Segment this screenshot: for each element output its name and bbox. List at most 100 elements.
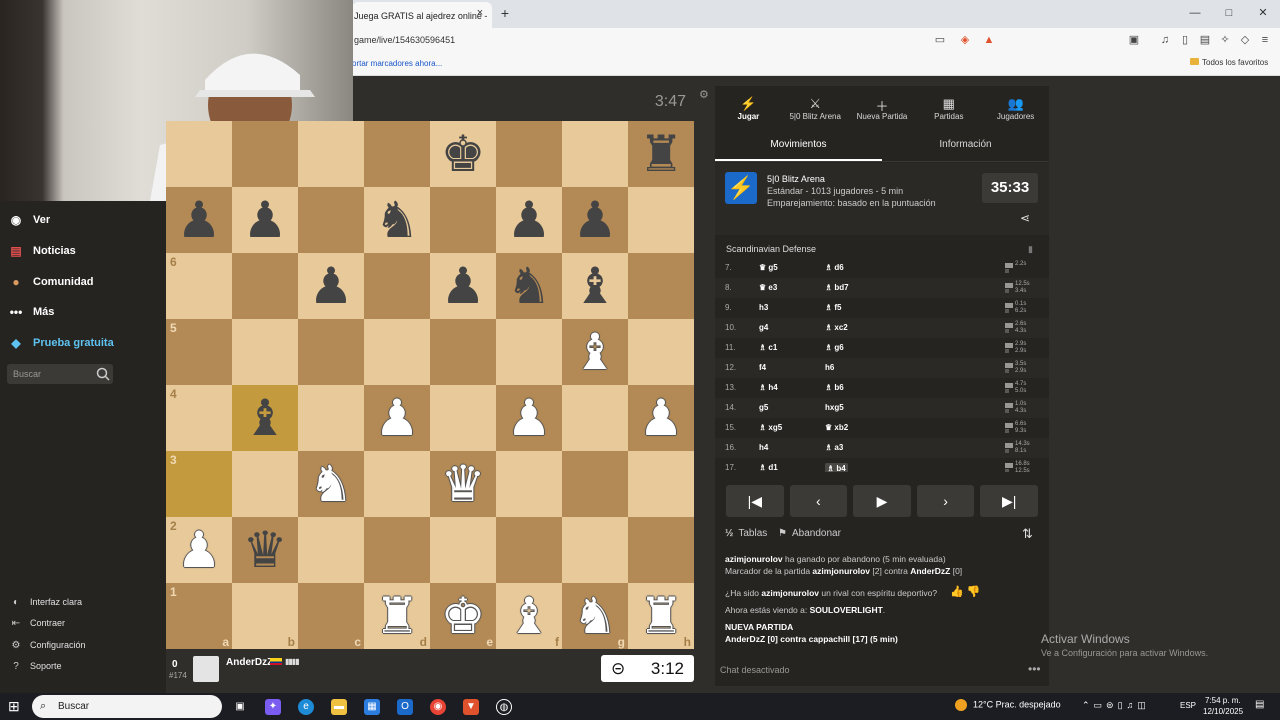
white-king-icon[interactable]: ♚: [441, 591, 486, 641]
minimize-button[interactable]: —: [1178, 0, 1212, 28]
square-g4[interactable]: [562, 385, 628, 451]
opening-name[interactable]: Scandinavian Defense: [726, 244, 816, 254]
square-e6[interactable]: ♟: [430, 253, 496, 319]
copilot-icon[interactable]: ✦: [265, 699, 281, 715]
black-bishop-icon[interactable]: ♝: [243, 393, 288, 443]
white-move[interactable]: ♗ d1: [759, 463, 778, 472]
square-d1[interactable]: ♜ d: [364, 583, 430, 649]
white-rook-icon[interactable]: ♜: [375, 591, 420, 641]
square-d4[interactable]: ♟: [364, 385, 430, 451]
white-move[interactable]: h4: [759, 443, 768, 452]
square-h2[interactable]: [628, 517, 694, 583]
black-move[interactable]: h6: [825, 363, 834, 372]
square-e2[interactable]: [430, 517, 496, 583]
white-move[interactable]: ♗ h4: [759, 383, 778, 392]
square-e7[interactable]: [430, 187, 496, 253]
square-g7[interactable]: ♟: [562, 187, 628, 253]
task-view-icon[interactable]: ▣: [232, 699, 248, 715]
move-row[interactable]: 13. ♗ h4 ♗ b6 4.7s 5.0s: [715, 378, 1049, 398]
search-icon[interactable]: [96, 367, 110, 381]
white-knight-icon[interactable]: ♞: [309, 459, 354, 509]
white-bishop-icon[interactable]: ♝: [573, 327, 618, 377]
square-e5[interactable]: [430, 319, 496, 385]
square-e1[interactable]: ♚ e: [430, 583, 496, 649]
square-c3[interactable]: ♞: [298, 451, 364, 517]
move-row[interactable]: 9. h3 ♗ f5 0.1s 6.2s: [715, 298, 1049, 318]
all-favorites[interactable]: Todos los favoritos: [1190, 58, 1268, 67]
square-e8[interactable]: ♚: [430, 121, 496, 187]
white-bishop-icon[interactable]: ♝: [507, 591, 552, 641]
sidebar-icon[interactable]: ▣: [1127, 33, 1141, 47]
black-pawn-icon[interactable]: ♟: [507, 195, 552, 245]
square-b2[interactable]: ♛: [232, 517, 298, 583]
square-h4[interactable]: ♟: [628, 385, 694, 451]
square-b6[interactable]: [232, 253, 298, 319]
address-bar[interactable]: game/live/154630596451: [352, 30, 1002, 50]
obs-icon[interactable]: ◍: [496, 699, 512, 715]
black-move[interactable]: ♗ xc2: [825, 323, 848, 332]
square-c7[interactable]: [298, 187, 364, 253]
square-d2[interactable]: [364, 517, 430, 583]
prev-move-button[interactable]: ‹: [789, 485, 848, 517]
white-move[interactable]: g4: [759, 323, 768, 332]
square-f7[interactable]: ♟: [496, 187, 562, 253]
board-settings-icon[interactable]: ⚙: [699, 88, 711, 101]
draw-button[interactable]: ½ Tablas: [725, 528, 767, 539]
square-a1[interactable]: 1a: [166, 583, 232, 649]
white-pawn-icon[interactable]: ♟: [507, 393, 552, 443]
collapse-button[interactable]: ⇤ Contraer: [10, 617, 65, 629]
black-move[interactable]: ♗ bd7: [825, 283, 849, 292]
first-move-button[interactable]: |◀: [726, 485, 784, 517]
weather-widget[interactable]: 12°C Prac. despejado: [955, 699, 1061, 711]
rewards-icon[interactable]: ▲: [982, 33, 996, 47]
settings-button[interactable]: ⚙ Configuración: [10, 639, 86, 651]
black-pawn-icon[interactable]: ♟: [177, 195, 222, 245]
reader-icon[interactable]: ▯: [1178, 33, 1192, 47]
edge-icon[interactable]: e: [298, 699, 314, 715]
square-d5[interactable]: [364, 319, 430, 385]
folder-icon[interactable]: ▬: [331, 699, 347, 715]
avatar[interactable]: [193, 656, 219, 682]
tab-movimientos[interactable]: Movimientos: [715, 130, 882, 161]
square-a5[interactable]: 5: [166, 319, 232, 385]
thumbs-up-icon[interactable]: 👍: [950, 586, 964, 598]
black-knight-icon[interactable]: ♞: [507, 261, 552, 311]
square-c8[interactable]: [298, 121, 364, 187]
taskbar-search[interactable]: Buscar: [32, 695, 222, 718]
next-move-button[interactable]: ›: [916, 485, 975, 517]
ai-icon[interactable]: ✧: [1218, 33, 1232, 47]
player-name[interactable]: AnderDzZ: [226, 657, 273, 668]
black-move[interactable]: ♗ g6: [825, 343, 844, 352]
nav-item-ver[interactable]: ◉ Ver: [8, 211, 50, 229]
menu-icon[interactable]: ≡: [1258, 33, 1272, 47]
light-theme-button[interactable]: ◐ Interfaz clara: [10, 596, 82, 608]
last-move-button[interactable]: ▶|: [980, 485, 1038, 517]
square-g2[interactable]: [562, 517, 628, 583]
square-f3[interactable]: [496, 451, 562, 517]
tab-nueva-partida[interactable]: ＋ Nueva Partida: [849, 86, 916, 130]
browser-tab[interactable]: Juega GRATIS al ajedrez online -: [352, 2, 492, 28]
brave-icon[interactable]: ▼: [463, 699, 479, 715]
square-h6[interactable]: [628, 253, 694, 319]
new-tab-button[interactable]: +: [498, 6, 512, 20]
square-f1[interactable]: ♝ f: [496, 583, 562, 649]
square-g5[interactable]: ♝: [562, 319, 628, 385]
black-king-icon[interactable]: ♚: [441, 129, 486, 179]
square-h5[interactable]: [628, 319, 694, 385]
black-pawn-icon[interactable]: ♟: [309, 261, 354, 311]
square-a8[interactable]: [166, 121, 232, 187]
move-row[interactable]: 10. g4 ♗ xc2 2.6s 4.3s: [715, 318, 1049, 338]
white-move[interactable]: f4: [759, 363, 766, 372]
nav-item-comunidad[interactable]: ● Comunidad: [8, 273, 93, 291]
square-f4[interactable]: ♟: [496, 385, 562, 451]
white-move[interactable]: ♛ g5: [759, 263, 778, 272]
move-row[interactable]: 7. ♛ g5 ♗ d6 2.2s: [715, 258, 1049, 278]
move-row[interactable]: 16. h4 ♗ a3 14.3s 8.1s: [715, 438, 1049, 458]
white-move[interactable]: h3: [759, 303, 768, 312]
move-row[interactable]: 8. ♛ e3 ♗ bd7 12.5s 3.4s: [715, 278, 1049, 298]
play-button[interactable]: ▶: [853, 485, 911, 517]
cast-icon[interactable]: ▭: [933, 33, 947, 47]
share-icon[interactable]: ⋖: [1020, 211, 1034, 225]
white-knight-icon[interactable]: ♞: [573, 591, 618, 641]
black-move[interactable]: hxg5: [825, 403, 844, 412]
